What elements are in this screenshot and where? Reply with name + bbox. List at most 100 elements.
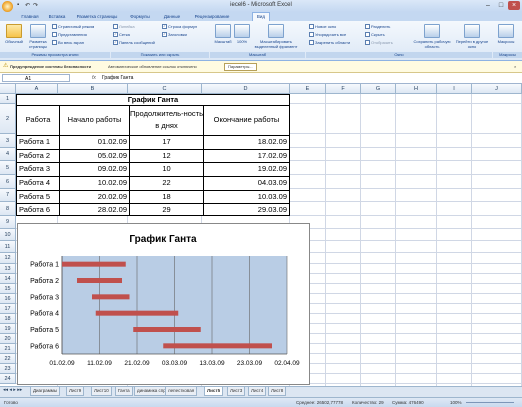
table-title[interactable]: График Ганта <box>17 95 289 105</box>
zoom-100-button[interactable]: 100% <box>234 24 250 44</box>
row-header-3[interactable]: 3 <box>0 134 16 148</box>
row-header-1[interactable]: 1 <box>0 94 16 104</box>
row-header-18[interactable]: 18 <box>0 314 16 324</box>
table-cell[interactable]: Работа 4 <box>19 176 57 190</box>
header-end[interactable]: Окончание работы <box>204 105 289 135</box>
sheet-tab[interactable]: Ганта <box>115 387 133 396</box>
table-cell[interactable]: 17.02.09 <box>206 149 287 162</box>
column-header-G[interactable]: G <box>361 84 396 94</box>
table-cell[interactable]: 28.02.09 <box>62 203 127 217</box>
split-button[interactable]: Разделить <box>365 24 390 30</box>
row-header-15[interactable]: 15 <box>0 284 16 294</box>
row-header-7[interactable]: 7 <box>0 189 16 202</box>
table-cell[interactable]: Работа 6 <box>19 203 57 217</box>
sheet-tab[interactable]: лепестковая <box>165 387 198 396</box>
tab-home[interactable]: Главная <box>18 13 42 21</box>
freeze-panes-button[interactable]: Закрепить области <box>309 40 350 46</box>
table-cell[interactable]: 29 <box>132 203 201 217</box>
column-header-C[interactable]: C <box>128 84 202 94</box>
normal-view-button[interactable]: Обычный <box>2 24 26 44</box>
column-header-D[interactable]: D <box>202 84 290 94</box>
tab-page-layout[interactable]: Разметка страницы <box>73 13 121 21</box>
row-header-17[interactable]: 17 <box>0 304 16 314</box>
row-header-16[interactable]: 16 <box>0 294 16 304</box>
switch-windows-button[interactable]: Перейти в другое окно <box>455 24 489 49</box>
sheet-tab[interactable]: Лист4 <box>248 387 267 396</box>
row-header-19[interactable]: 19 <box>0 324 16 334</box>
row-header-8[interactable]: 8 <box>0 202 16 216</box>
ruler-checkbox[interactable]: Линейка <box>113 24 135 30</box>
unhide-button[interactable]: Отобразить <box>365 40 393 46</box>
table-cell[interactable]: Работа 5 <box>19 190 57 203</box>
row-header-21[interactable]: 21 <box>0 344 16 354</box>
headings-checkbox[interactable]: ✓ Заголовки <box>162 32 187 38</box>
header-start[interactable]: Начало работы <box>60 105 129 135</box>
page-break-view-button[interactable]: Страничный режим <box>52 24 94 30</box>
row-header-12[interactable]: 12 <box>0 253 16 264</box>
tab-scroll-icon[interactable]: ◂◂ ◂ ▸ ▸▸ <box>3 387 22 393</box>
sheet-tab[interactable]: Лист3 <box>227 387 246 396</box>
sheet-tab[interactable]: Диаграммы <box>30 387 61 396</box>
fx-icon[interactable]: fx <box>92 73 96 83</box>
table-cell[interactable]: 10.02.09 <box>62 176 127 190</box>
security-options-button[interactable]: Параметры... <box>224 63 257 71</box>
table-cell[interactable]: 18 <box>132 190 201 203</box>
row-header-23[interactable]: 23 <box>0 364 16 374</box>
row-header-13[interactable]: 13 <box>0 264 16 274</box>
formula-input[interactable]: График Ганта <box>102 73 133 83</box>
row-header-24[interactable]: 24 <box>0 374 16 384</box>
table-cell[interactable]: 20.02.09 <box>62 190 127 203</box>
custom-views-button[interactable]: Представления <box>52 32 87 38</box>
tab-review[interactable]: Рецензирование <box>190 13 234 21</box>
table-cell[interactable]: 29.03.09 <box>206 203 287 217</box>
sheet-tab[interactable]: Лист8 <box>268 387 287 396</box>
table-cell[interactable]: 05.02.09 <box>62 149 127 162</box>
hide-button[interactable]: Скрыть <box>365 32 385 38</box>
select-all-corner[interactable] <box>0 84 16 94</box>
row-header-22[interactable]: 22 <box>0 354 16 364</box>
minimize-icon[interactable]: – <box>482 1 494 10</box>
new-window-button[interactable]: Новое окно <box>309 24 336 30</box>
table-cell[interactable]: 09.02.09 <box>62 162 127 176</box>
table-cell[interactable]: Работа 1 <box>19 135 57 149</box>
zoom-slider[interactable] <box>466 402 514 403</box>
table-cell[interactable]: 19.02.09 <box>206 162 287 176</box>
row-header-14[interactable]: 14 <box>0 274 16 284</box>
table-cell[interactable]: Работа 2 <box>19 149 57 162</box>
formula-bar-checkbox[interactable]: ✓ Строка формул <box>162 24 197 30</box>
tab-data[interactable]: Данные <box>160 13 184 21</box>
table-cell[interactable]: 18.02.09 <box>206 135 287 149</box>
page-layout-view-button[interactable]: Разметка страницы <box>27 24 49 49</box>
row-header-11[interactable]: 11 <box>0 241 16 253</box>
zoom-button[interactable]: Масштаб <box>212 24 234 44</box>
message-bar-checkbox[interactable]: ✓ Панель сообщений <box>113 40 155 46</box>
gantt-chart[interactable]: График Ганта 01.02.09 11.02.09 21.02.09 03.0… <box>17 223 310 385</box>
row-header-10[interactable]: 10 <box>0 229 16 241</box>
macros-button[interactable]: Макросы <box>494 24 518 44</box>
column-header-F[interactable]: F <box>326 84 361 94</box>
close-icon[interactable]: × <box>508 1 520 10</box>
table-cell[interactable]: 22 <box>132 176 201 190</box>
header-job[interactable]: Работа <box>17 105 59 135</box>
table-cell[interactable]: 10 <box>132 162 201 176</box>
worksheet[interactable]: ABCDEFGHIJ 1 2 3 4 5 6 7 8 9 10 11 12 13 14 15 16 17 18 19… <box>0 84 522 386</box>
sheet-tab[interactable]: Лист9 <box>66 387 85 396</box>
row-header-2[interactable]: 2 <box>0 104 16 134</box>
gridlines-checkbox[interactable]: ✓ Сетка <box>113 32 130 38</box>
row-header-6[interactable]: 6 <box>0 175 16 189</box>
tab-insert[interactable]: Вставка <box>45 13 69 21</box>
column-header-A[interactable]: A <box>16 84 58 94</box>
arrange-all-button[interactable]: Упорядочить все <box>309 32 346 38</box>
table-cell[interactable]: 10.03.09 <box>206 190 287 203</box>
full-screen-button[interactable]: Во весь экран <box>52 40 84 46</box>
table-cell[interactable]: 17 <box>132 135 201 149</box>
column-header-J[interactable]: J <box>472 84 522 94</box>
sheet-tab[interactable]: Лист5 <box>204 387 224 396</box>
row-header-4[interactable]: 4 <box>0 148 16 161</box>
zoom-selection-button[interactable]: Масштабировать выделенный фрагмент <box>250 24 302 49</box>
column-header-H[interactable]: H <box>396 84 437 94</box>
table-cell[interactable]: 01.02.09 <box>62 135 127 149</box>
table-cell[interactable]: 04.03.09 <box>206 176 287 190</box>
column-header-E[interactable]: E <box>290 84 326 94</box>
table-cell[interactable]: 12 <box>132 149 201 162</box>
